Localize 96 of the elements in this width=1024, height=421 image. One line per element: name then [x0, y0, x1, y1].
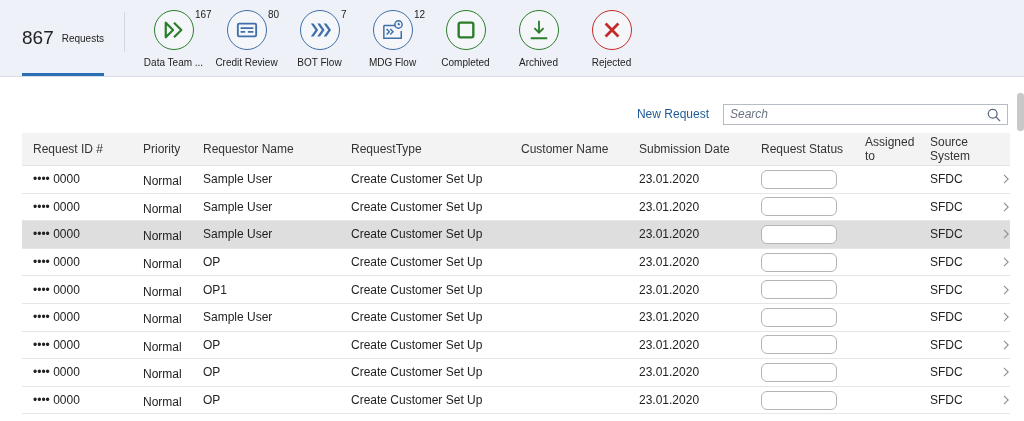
table-cell: SFDC	[930, 255, 963, 270]
table-cell: •••• 0000	[33, 172, 80, 187]
status-tab[interactable]: Completed	[429, 0, 502, 76]
table-cell: •••• 0000	[33, 310, 80, 325]
count-label: 167	[195, 9, 212, 20]
column-header: Submission Date	[638, 142, 731, 156]
column-header: Request Status	[760, 142, 845, 156]
count-label: 12	[414, 9, 426, 20]
table-row[interactable]: •••• 0000 Normal Sample User Create Customer Set Up 23.01.2020 SFDC	[22, 166, 1010, 194]
table-row[interactable]: •••• 0000 Normal Sample User Create Customer Set Up 23.01.2020 SFDC	[22, 221, 1010, 249]
table-cell: Create Customer Set Up	[351, 337, 483, 352]
column-header: Requestor Name	[202, 142, 295, 156]
table-cell: Sample User	[203, 172, 273, 187]
table-cell: Normal	[143, 395, 182, 410]
table-cell: OP	[203, 337, 221, 352]
chevron-right-icon[interactable]	[1003, 229, 1010, 240]
table-cell: •••• 0000	[33, 393, 80, 408]
column-header: Customer Name	[520, 142, 610, 156]
table-cell: •••• 0000	[33, 255, 80, 270]
table-cell: 23.01.2020	[639, 282, 700, 297]
table-row[interactable]: •••• 0000 Normal OP1 Create Customer Set Up 23.01.2020 SFDC	[22, 276, 1010, 304]
table-cell: Create Customer Set Up	[351, 365, 483, 380]
table-cell: Create Customer Set Up	[351, 255, 483, 270]
table-cell: •••• 0000	[33, 282, 80, 297]
table-row[interactable]: •••• 0000 Normal OP Create Customer Set Up 23.01.2020 SFDC	[22, 359, 1010, 387]
table-cell: SFDC	[930, 365, 963, 380]
table-cell: 23.01.2020	[639, 172, 700, 187]
table-cell: SFDC	[930, 199, 963, 214]
table-cell: Create Customer Set Up	[351, 282, 483, 297]
status-tab[interactable]: 80 Credit Review	[210, 0, 283, 76]
table-row[interactable]: •••• 0000 Normal OP Create Customer Set Up 23.01.2020 SFDC	[22, 248, 1010, 277]
table-row[interactable]: •••• 0000 Normal OP Create Customer Set Up 23.01.2020 SFDC	[22, 386, 1010, 415]
table-cell: •••• 0000	[33, 199, 80, 214]
table-cell: Normal	[143, 339, 182, 354]
table-cell: SFDC	[930, 227, 963, 242]
table-cell: Create Customer Set Up	[351, 172, 483, 187]
table-cell: Normal	[143, 284, 182, 299]
chevron-right-icon[interactable]	[1003, 201, 1010, 212]
table-cell: SFDC	[930, 172, 963, 187]
column-header: Priority	[142, 142, 182, 156]
table-cell: 23.01.2020	[639, 310, 700, 325]
column-header: Source System	[929, 135, 971, 163]
table-cell: Sample User	[203, 310, 273, 325]
table-cell: Create Customer Set Up	[351, 227, 483, 242]
status-tab[interactable]: 7 BOT Flow	[283, 0, 356, 76]
table-cell: 23.01.2020	[639, 337, 700, 352]
table-cell: Normal	[143, 367, 182, 382]
table-cell: Sample User	[203, 227, 273, 242]
table-cell: 23.01.2020	[639, 227, 700, 242]
table-cell: OP	[203, 255, 221, 270]
table-cell: •••• 0000	[33, 365, 80, 380]
status-tab[interactable]: Rejected	[575, 0, 648, 76]
table-cell: Sample User	[203, 199, 273, 214]
chevron-right-icon[interactable]	[1003, 174, 1010, 185]
table-row[interactable]: •••• 0000 Normal Sample User Create Customer Set Up 23.01.2020 SFDC	[22, 303, 1010, 332]
table-cell: Create Customer Set Up	[351, 310, 483, 325]
chevron-right-icon[interactable]	[1003, 284, 1010, 295]
table-cell: SFDC	[930, 393, 963, 408]
table-cell: OP1	[203, 282, 227, 297]
search-icon[interactable]	[987, 107, 1001, 122]
table-cell: SFDC	[930, 282, 963, 297]
table-cell: Create Customer Set Up	[351, 199, 483, 214]
table-cell: Normal	[143, 312, 182, 327]
chevron-right-icon[interactable]	[1003, 339, 1010, 350]
status-tab[interactable]: Archived	[502, 0, 575, 76]
status-tab[interactable]: 12 MDG Flow	[356, 0, 429, 76]
chevron-right-icon[interactable]	[1003, 312, 1010, 323]
chevron-right-icon[interactable]	[1003, 395, 1010, 406]
table-cell: OP	[203, 393, 221, 408]
status-tab[interactable]: 167 Data Team ...	[137, 0, 210, 76]
table-cell: 23.01.2020	[639, 365, 700, 380]
table-cell: 23.01.2020	[639, 255, 700, 270]
table-cell: 23.01.2020	[639, 393, 700, 408]
column-header: RequestType	[350, 142, 423, 156]
table-cell: SFDC	[930, 310, 963, 325]
column-header: Assigned to	[864, 135, 916, 163]
count-label: 7	[341, 9, 347, 20]
table-cell: Create Customer Set Up	[351, 393, 483, 408]
table-cell: OP	[203, 365, 221, 380]
table-cell: Normal	[143, 201, 182, 216]
table-cell: SFDC	[930, 337, 963, 352]
table-cell: •••• 0000	[33, 227, 80, 242]
search-field[interactable]: Search	[723, 103, 1008, 125]
table-cell: •••• 0000	[33, 337, 80, 352]
column-header: Request ID #	[32, 142, 105, 156]
count-label: 80	[268, 9, 280, 20]
chevron-right-icon[interactable]	[1003, 367, 1010, 378]
table-cell: 23.01.2020	[639, 199, 700, 214]
table-cell: Normal	[143, 229, 182, 244]
chevron-right-icon[interactable]	[1003, 257, 1010, 268]
requests-tab[interactable]: 867 Requests	[22, 0, 104, 76]
table-row[interactable]: •••• 0000 Normal OP Create Customer Set Up 23.01.2020 SFDC	[22, 331, 1010, 360]
scrollbar-thumb[interactable]	[1017, 93, 1024, 131]
table-cell: Normal	[143, 257, 182, 272]
table-cell: Normal	[143, 174, 182, 189]
new-request-link[interactable]: New Request	[636, 107, 709, 121]
